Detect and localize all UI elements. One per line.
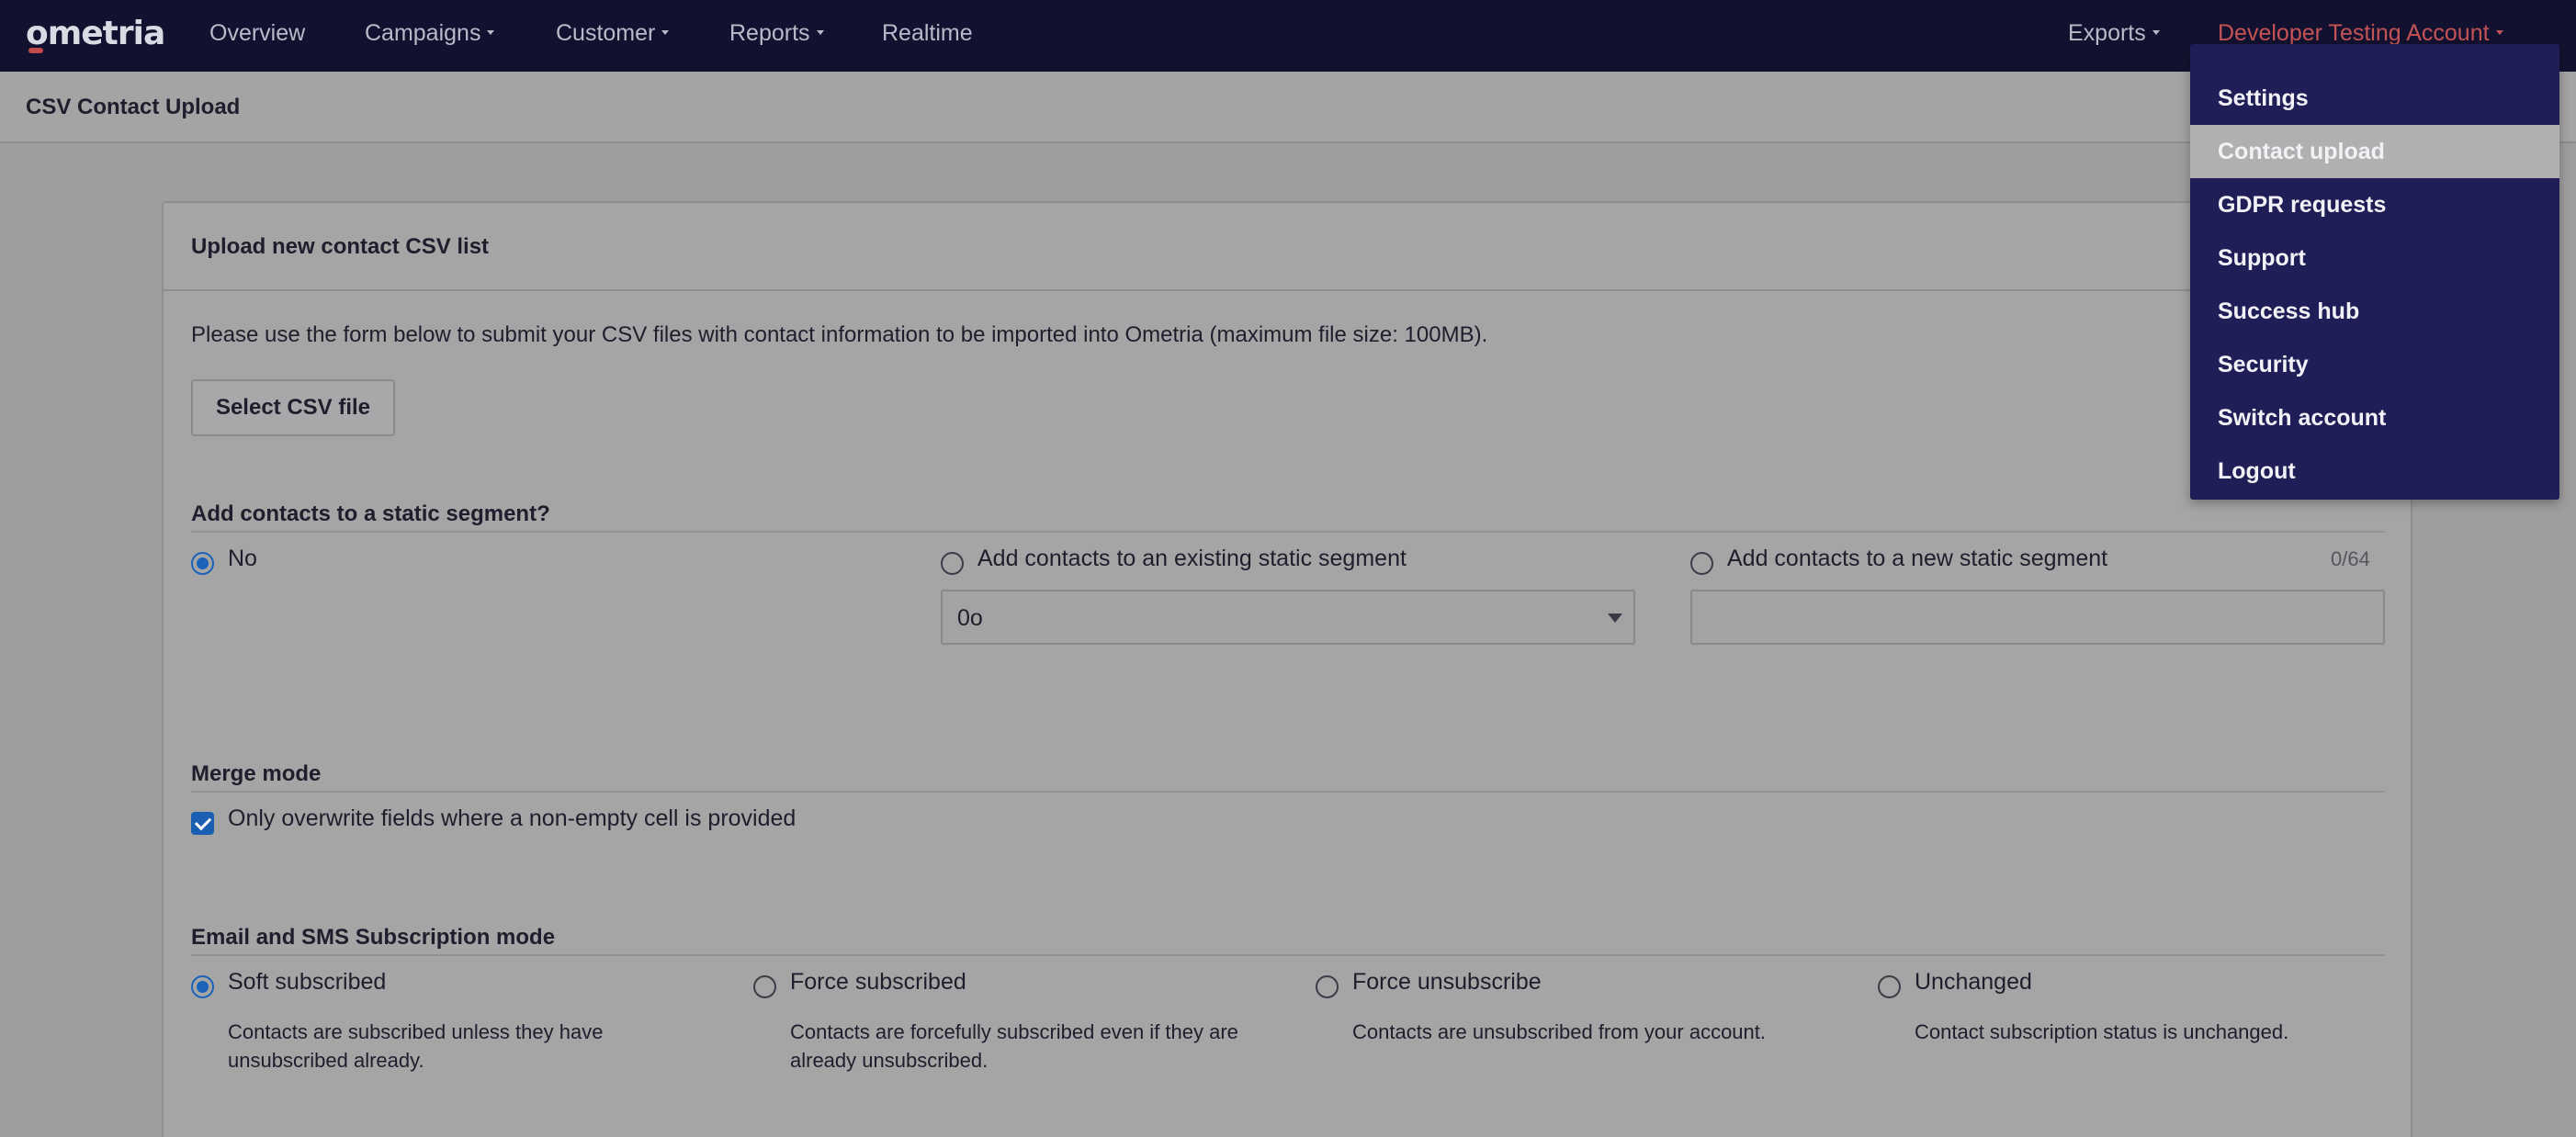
force-unsubscribe-radio[interactable] — [1316, 975, 1339, 998]
overwrite-checkbox[interactable] — [191, 812, 214, 835]
soft-subscribed-label: Soft subscribed — [228, 969, 387, 995]
new-segment-input[interactable] — [1690, 590, 2385, 645]
divider — [191, 531, 2385, 533]
segment-no-label: No — [228, 546, 257, 571]
force-unsubscribe-desc: Contacts are unsubscribed from your acco… — [1352, 1020, 1767, 1043]
soft-subscribed-radio[interactable] — [191, 975, 214, 998]
menu-item-contact-upload[interactable]: Contact upload — [2190, 125, 2559, 178]
divider — [191, 954, 2385, 956]
merge-section-title: Merge mode — [191, 761, 322, 786]
nav-reports-label: Reports — [729, 20, 810, 46]
logo-accent — [28, 48, 43, 53]
existing-segment-select[interactable]: 0o — [941, 590, 1635, 645]
nav-account[interactable]: Developer Testing Account — [2218, 20, 2503, 47]
menu-item-settings[interactable]: Settings — [2190, 72, 2559, 125]
force-subscribed-radio[interactable] — [753, 975, 776, 998]
nav-overview[interactable]: Overview — [209, 20, 305, 47]
nav-customer[interactable]: Customer — [556, 20, 670, 47]
menu-item-security[interactable]: Security — [2190, 338, 2559, 391]
page-title: CSV Contact Upload — [26, 95, 241, 119]
menu-item-label: Logout — [2218, 458, 2296, 484]
segment-existing-label: Add contacts to an existing static segme… — [977, 546, 1407, 571]
nav-campaigns-label: Campaigns — [365, 20, 481, 46]
nav-realtime[interactable]: Realtime — [882, 20, 973, 47]
menu-item-label: Security — [2218, 352, 2309, 377]
force-subscribed-desc: Contacts are forcefully subscribed even … — [790, 1020, 1238, 1072]
segment-section-title: Add contacts to a static segment? — [191, 501, 550, 526]
soft-subscribed-desc: Contacts are subscribed unless they have… — [228, 1020, 604, 1072]
card-header: Upload new contact CSV list — [164, 203, 2411, 291]
unchanged-label: Unchanged — [1915, 969, 2032, 995]
menu-item-label: GDPR requests — [2218, 192, 2387, 218]
menu-item-label: Support — [2218, 245, 2306, 271]
subscription-section-title: Email and SMS Subscription mode — [191, 925, 556, 950]
segment-new-label: Add contacts to a new static segment — [1727, 546, 2108, 571]
menu-item-switch-account[interactable]: Switch account — [2190, 391, 2559, 445]
divider — [191, 791, 2385, 793]
menu-item-label: Switch account — [2218, 405, 2387, 431]
nav-campaigns[interactable]: Campaigns — [365, 20, 495, 47]
segment-no-radio[interactable] — [191, 552, 214, 575]
segment-existing-radio[interactable] — [941, 552, 964, 575]
nav-account-label: Developer Testing Account — [2218, 20, 2490, 46]
existing-segment-value: 0o — [957, 605, 983, 631]
caret-down-icon — [487, 29, 495, 35]
segment-new-radio[interactable] — [1690, 552, 1713, 575]
upload-card: Upload new contact CSV list Please use t… — [162, 201, 2412, 1137]
force-subscribed-label: Force subscribed — [790, 969, 966, 995]
caret-down-icon — [2495, 29, 2503, 35]
nav-customer-label: Customer — [556, 20, 656, 46]
ometria-logo[interactable]: ometria — [26, 15, 165, 52]
intro-text: Please use the form below to submit your… — [191, 322, 1488, 347]
caret-down-icon — [661, 29, 670, 35]
menu-item-gdpr-requests[interactable]: GDPR requests — [2190, 178, 2559, 231]
menu-item-label: Settings — [2218, 85, 2309, 111]
menu-item-success-hub[interactable]: Success hub — [2190, 285, 2559, 338]
caret-down-icon — [2152, 29, 2160, 35]
nav-exports-label: Exports — [2068, 20, 2146, 46]
nav-reports[interactable]: Reports — [729, 20, 824, 47]
unchanged-radio[interactable] — [1878, 975, 1901, 998]
caret-down-icon — [816, 29, 824, 35]
select-csv-button[interactable]: Select CSV file — [191, 379, 395, 436]
overwrite-label: Only overwrite fields where a non-empty … — [228, 805, 797, 831]
force-unsubscribe-label: Force unsubscribe — [1352, 969, 1542, 995]
menu-item-label: Contact upload — [2218, 139, 2385, 164]
account-dropdown-menu: Settings Contact upload GDPR requests Su… — [2190, 44, 2559, 500]
character-counter: 0/64 — [2331, 547, 2370, 570]
menu-item-support[interactable]: Support — [2190, 231, 2559, 285]
unchanged-desc: Contact subscription status is unchanged… — [1915, 1020, 2289, 1043]
card-title: Upload new contact CSV list — [191, 234, 490, 259]
menu-item-label: Success hub — [2218, 298, 2360, 324]
dropdown-arrow-icon — [1608, 614, 1622, 623]
menu-item-logout[interactable]: Logout — [2190, 445, 2559, 498]
nav-exports[interactable]: Exports — [2068, 20, 2160, 47]
